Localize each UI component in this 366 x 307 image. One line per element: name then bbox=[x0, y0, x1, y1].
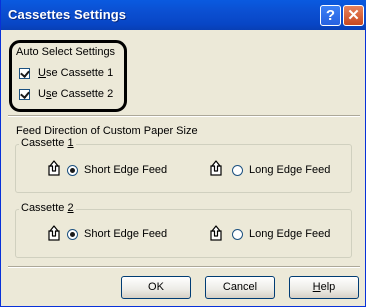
use-cassette-2-checkbox[interactable] bbox=[19, 89, 30, 100]
help-icon[interactable]: ? bbox=[320, 5, 341, 26]
mnemonic-2: 2 bbox=[67, 202, 74, 214]
window-title: Cassettes Settings bbox=[8, 7, 127, 22]
cassette-2-legend: Cassette 2 bbox=[19, 202, 76, 214]
help-button[interactable]: Help bbox=[289, 276, 359, 299]
cassette-1-short-edge-label[interactable]: Short Edge Feed bbox=[84, 164, 167, 176]
label-text: se Cassette 1 bbox=[45, 67, 114, 79]
use-cassette-1-label[interactable]: Use Cassette 1 bbox=[38, 67, 113, 79]
title-bar[interactable]: Cassettes Settings ? ✕ bbox=[1, 0, 366, 30]
label-text: U bbox=[38, 88, 46, 100]
cassette-2-long-edge-label[interactable]: Long Edge Feed bbox=[249, 228, 330, 240]
cancel-button[interactable]: Cancel bbox=[205, 276, 275, 299]
use-cassette-1-checkbox[interactable] bbox=[19, 68, 30, 79]
dialog-window: Cassettes Settings ? ✕ Auto Select Setti… bbox=[0, 0, 366, 307]
close-icon[interactable]: ✕ bbox=[343, 5, 364, 26]
help-button-label: elp bbox=[320, 281, 336, 293]
mnemonic-h: H bbox=[312, 281, 321, 293]
label-text: e Cassette 2 bbox=[51, 88, 114, 100]
paper-feed-up-icon bbox=[210, 225, 222, 241]
cassette-1-long-edge-label[interactable]: Long Edge Feed bbox=[249, 164, 330, 176]
paper-feed-up-icon bbox=[48, 160, 60, 176]
legend-text: Cassette bbox=[21, 137, 68, 149]
cassette-2-long-edge-radio[interactable] bbox=[232, 229, 243, 240]
separator bbox=[8, 266, 360, 268]
cassette-1-long-edge-radio[interactable] bbox=[232, 165, 243, 176]
cassette-2-short-edge-radio[interactable] bbox=[67, 229, 78, 240]
ok-button[interactable]: OK bbox=[121, 276, 191, 299]
paper-feed-up-icon bbox=[48, 225, 60, 241]
mnemonic-u: U bbox=[38, 67, 46, 79]
paper-feed-up-icon bbox=[210, 160, 222, 176]
cassette-2-short-edge-label[interactable]: Short Edge Feed bbox=[84, 228, 167, 240]
feed-direction-heading: Feed Direction of Custom Paper Size bbox=[16, 125, 198, 137]
use-cassette-2-label[interactable]: Use Cassette 2 bbox=[38, 88, 113, 100]
separator bbox=[8, 115, 360, 117]
cassette-1-legend: Cassette 1 bbox=[19, 137, 76, 149]
cassette-1-short-edge-radio[interactable] bbox=[67, 165, 78, 176]
legend-text: Cassette bbox=[21, 202, 68, 214]
mnemonic-1: 1 bbox=[67, 137, 74, 149]
